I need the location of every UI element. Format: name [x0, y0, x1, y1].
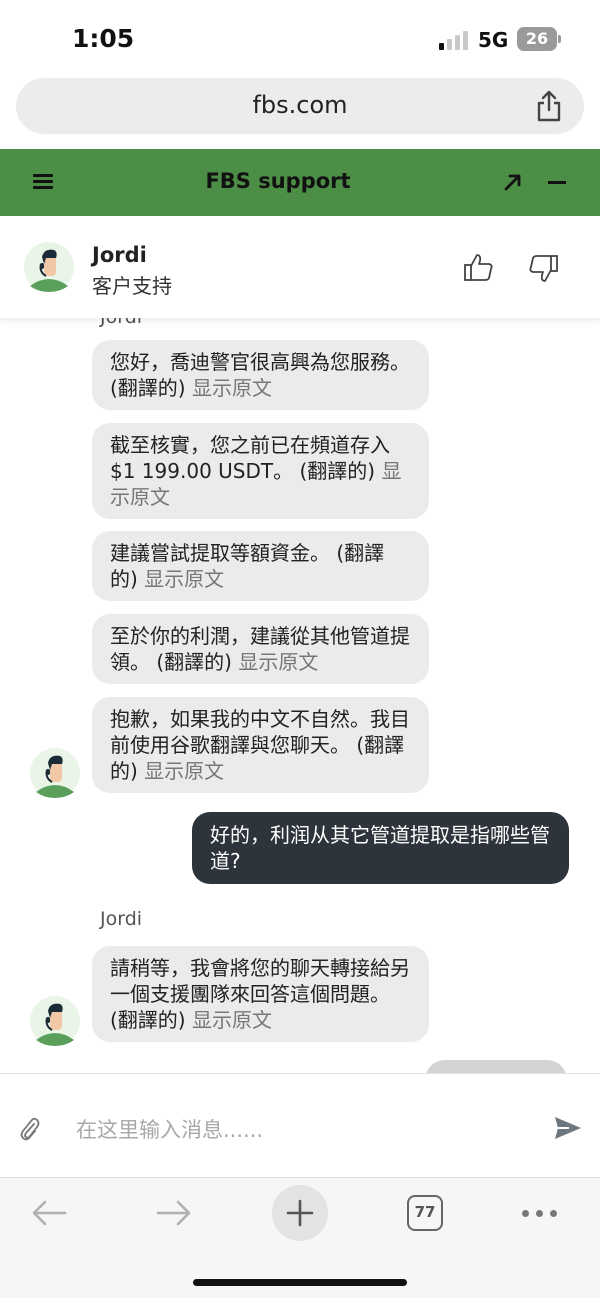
sender-name: Jordi — [100, 908, 143, 930]
thumbs-up-icon[interactable] — [462, 251, 496, 285]
network-type: 5G — [478, 28, 509, 52]
minimize-icon[interactable] — [548, 181, 566, 184]
message-text: 請稍等，我會將您的聊天轉接給另一個支援團隊來回答這個問題。 — [110, 956, 410, 1006]
partial-message — [425, 1060, 567, 1073]
agent-message: 您好，喬迪警官很高興為您服務。 (翻譯的) 显示原文 — [92, 340, 429, 410]
translated-label: (翻譯的) — [299, 459, 376, 483]
browser-toolbar: 77 — [0, 1177, 600, 1298]
battery-icon: 26 — [517, 27, 557, 51]
status-bar: 1:05 5G 26 — [0, 0, 600, 78]
agent-name: Jordi — [92, 243, 147, 267]
message-text: 您好，喬迪警官很高興為您服務。 — [110, 350, 410, 374]
show-original-link[interactable]: 显示原文 — [144, 759, 224, 783]
agent-avatar — [30, 996, 80, 1046]
agent-message: 建議嘗試提取等額資金。 (翻譯的) 显示原文 — [92, 531, 429, 601]
signal-icon — [439, 30, 469, 50]
plus-icon — [286, 1199, 314, 1227]
agent-avatar — [30, 748, 80, 798]
forward-arrow-icon[interactable] — [155, 1198, 193, 1228]
message-text: 建議嘗試提取等額資金。 — [110, 541, 330, 565]
message-input-bar — [0, 1073, 600, 1177]
paperclip-icon[interactable] — [18, 1115, 40, 1141]
show-original-link[interactable]: 显示原文 — [192, 376, 272, 400]
status-time: 1:05 — [72, 24, 135, 53]
more-icon[interactable] — [522, 1210, 558, 1218]
agent-message: 抱歉，如果我的中文不自然。我目前使用谷歌翻譯與您聊天。 (翻譯的) 显示原文 — [92, 697, 429, 793]
agent-role: 客户支持 — [92, 274, 172, 298]
sender-name: Jordi — [100, 318, 142, 328]
show-original-link[interactable]: 显示原文 — [144, 567, 224, 591]
show-original-link[interactable]: 显示原文 — [238, 650, 318, 674]
translated-label: (翻譯的) — [110, 376, 186, 400]
translated-label: (翻譯的) — [156, 650, 232, 674]
back-arrow-icon[interactable] — [30, 1198, 68, 1228]
new-tab-button[interactable] — [272, 1185, 328, 1241]
url-text[interactable]: fbs.com — [16, 91, 584, 119]
send-icon[interactable] — [553, 1114, 583, 1142]
translated-label: (翻譯的) — [110, 1008, 186, 1032]
thumbs-down-icon[interactable] — [526, 251, 560, 285]
agent-message: 請稍等，我會將您的聊天轉接給另一個支援團隊來回答這個問題。 (翻譯的) 显示原文 — [92, 946, 429, 1042]
agent-message: 截至核實，您之前已在頻道存入$1 199.00 USDT。 (翻譯的) 显示原文 — [92, 423, 429, 519]
agent-info: Jordi 客户支持 — [0, 216, 600, 318]
user-message: 好的，利润从其它管道提取是指哪些管道? — [192, 812, 569, 884]
show-original-link[interactable]: 显示原文 — [192, 1008, 272, 1032]
message-input[interactable] — [76, 1114, 516, 1146]
tabs-button[interactable]: 77 — [407, 1195, 443, 1231]
agent-message: 至於你的利潤，建議從其他管道提領。 (翻譯的) 显示原文 — [92, 614, 429, 684]
share-icon[interactable] — [534, 89, 564, 123]
chat-messages[interactable]: Jordi 您好，喬迪警官很高興為您服務。 (翻譯的) 显示原文 截至核實，您之… — [0, 318, 600, 1073]
expand-icon[interactable] — [503, 172, 523, 192]
chat-title: FBS support — [205, 169, 351, 193]
url-bar[interactable]: fbs.com — [16, 78, 584, 134]
agent-avatar — [24, 242, 74, 292]
battery-tip — [558, 35, 561, 43]
home-indicator — [193, 1279, 407, 1286]
